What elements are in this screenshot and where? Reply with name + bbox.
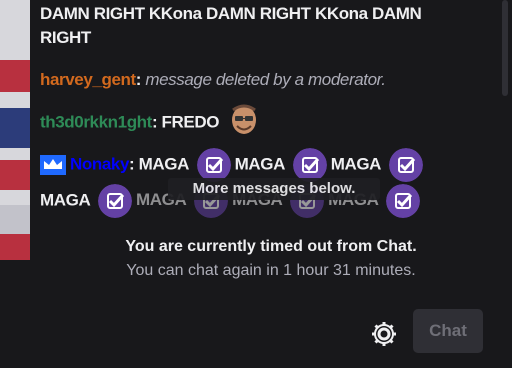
verified-emote-icon[interactable] <box>196 148 231 182</box>
message-text: MAGA <box>234 154 285 174</box>
chat-message-continued: RIGHT <box>40 24 460 52</box>
verified-emote-icon[interactable] <box>388 148 423 182</box>
message-text: FREDO <box>161 112 220 132</box>
message-separator: : <box>129 154 139 174</box>
chat-message: th3d0rkkn1ght: FREDO <box>40 104 460 140</box>
message-text: RIGHT <box>40 28 91 47</box>
chat-message: DAMN RIGHT KKona DAMN RIGHT KKona DAMN <box>40 0 460 28</box>
timeout-subtitle: You can chat again in 1 hour 31 minutes. <box>126 262 416 279</box>
prime-badge-icon[interactable] <box>40 155 66 175</box>
chat-message: Nonaky: MAGA MAGA MAGA <box>40 148 460 182</box>
chat-send-button[interactable]: Chat <box>413 309 483 353</box>
message-text: MAGA <box>40 190 90 210</box>
chat-panel: DAMN RIGHT KKona DAMN RIGHT KKona DAMN R… <box>30 0 512 368</box>
chat-username[interactable]: Nonaky <box>70 154 129 173</box>
stream-video-edge <box>0 0 30 260</box>
message-text: MAGA <box>138 154 189 174</box>
chat-scrollbar[interactable] <box>502 0 508 96</box>
message-separator: : <box>151 112 162 132</box>
message-separator: : <box>135 70 146 89</box>
more-messages-below-button[interactable]: More messages below. <box>168 178 380 200</box>
gear-icon[interactable] <box>368 318 400 350</box>
timeout-title: You are currently timed out from Chat. <box>125 238 417 255</box>
chat-username[interactable]: th3d0rkkn1ght <box>40 112 152 131</box>
timeout-notice: You are currently timed out from Chat. Y… <box>30 238 512 280</box>
verified-emote-icon[interactable] <box>98 184 133 218</box>
message-text: DAMN RIGHT KKona DAMN RIGHT KKona DAMN <box>40 4 422 23</box>
fredo-emote-icon[interactable] <box>227 102 261 136</box>
deleted-message-text: message deleted by a moderator. <box>145 70 386 89</box>
verified-emote-icon[interactable] <box>386 184 421 218</box>
chat-message: harvey_gent: message deleted by a modera… <box>40 66 460 94</box>
chat-username[interactable]: harvey_gent <box>40 70 136 89</box>
verified-emote-icon[interactable] <box>292 148 327 182</box>
message-text: MAGA <box>330 154 381 174</box>
